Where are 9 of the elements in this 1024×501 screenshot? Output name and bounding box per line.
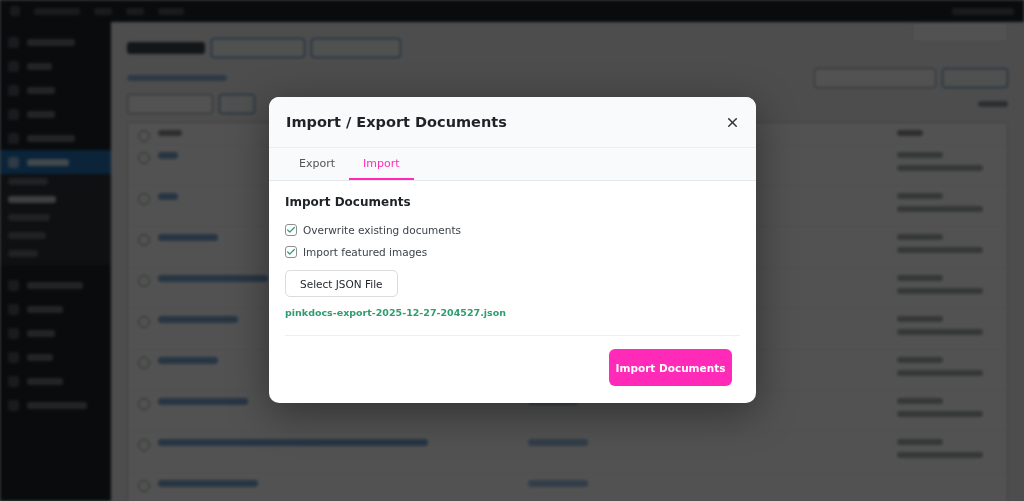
option-label: Overwrite existing documents [303,224,461,236]
section-title: Import Documents [285,195,411,209]
file-name: pinkdocs-export-2025-12-27-204527.json [285,307,506,318]
tab[interactable]: Export [285,148,349,180]
select-file-button[interactable]: Select JSON File [285,270,398,297]
checkbox[interactable] [285,246,297,258]
dialog-title: Import / Export Documents [286,114,507,130]
checkbox[interactable] [285,224,297,236]
option-label: Import featured images [303,246,428,258]
